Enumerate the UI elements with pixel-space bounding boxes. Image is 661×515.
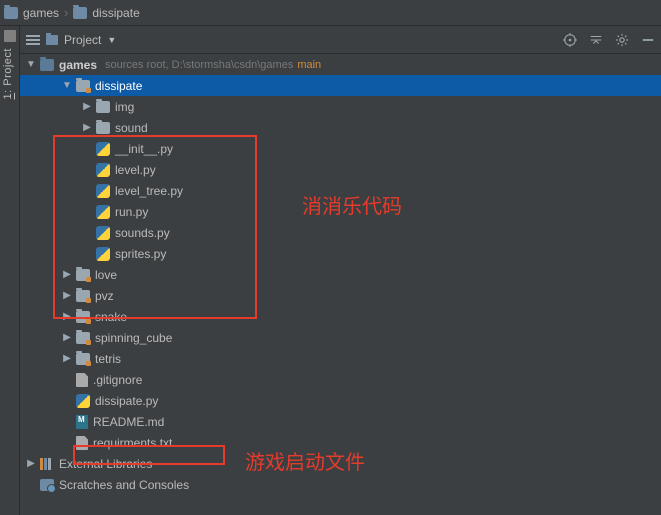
expand-arrow-icon[interactable]: ▼ bbox=[24, 59, 38, 70]
node-label: dissipate.py bbox=[95, 394, 158, 408]
tree-node[interactable]: ▶ love bbox=[20, 264, 661, 285]
breadcrumb: games › dissipate bbox=[0, 0, 661, 26]
library-icon bbox=[40, 458, 54, 470]
node-label: .gitignore bbox=[93, 373, 142, 387]
node-label: tetris bbox=[95, 352, 121, 366]
node-label: dissipate bbox=[95, 79, 142, 93]
project-icon bbox=[46, 35, 58, 45]
tool-window-tab[interactable]: 1: Project bbox=[0, 26, 20, 515]
expand-arrow-icon[interactable]: ▶ bbox=[80, 122, 94, 133]
node-label: spinning_cube bbox=[95, 331, 172, 345]
breadcrumb-item[interactable]: dissipate bbox=[73, 6, 139, 20]
gear-icon[interactable] bbox=[615, 33, 629, 47]
python-file-icon bbox=[96, 142, 110, 156]
tree-node[interactable]: ▼ dissipate bbox=[20, 75, 661, 96]
project-tab-label: 1: Project bbox=[2, 48, 14, 100]
package-folder-icon bbox=[76, 353, 90, 365]
python-file-icon bbox=[96, 163, 110, 177]
annotation-text: 游戏启动文件 bbox=[245, 446, 365, 475]
expand-arrow-icon[interactable]: ▶ bbox=[24, 458, 38, 469]
package-folder-icon bbox=[76, 332, 90, 344]
tree-node[interactable]: ▶__init__.py bbox=[20, 138, 661, 159]
project-toolbar: Project ▼ bbox=[20, 26, 661, 54]
collapse-all-icon[interactable] bbox=[589, 33, 603, 47]
tree-node[interactable]: ▶ snake bbox=[20, 306, 661, 327]
node-label: level_tree.py bbox=[115, 184, 183, 198]
python-file-icon bbox=[96, 205, 110, 219]
tree-node[interactable]: ▶ tetris bbox=[20, 348, 661, 369]
expand-arrow-icon[interactable]: ▶ bbox=[80, 101, 94, 112]
tree-node[interactable]: ▶.gitignore bbox=[20, 369, 661, 390]
annotation-text: 消消乐代码 bbox=[302, 190, 402, 219]
node-label: sounds.py bbox=[115, 226, 170, 240]
scratches-node[interactable]: ▶ Scratches and Consoles bbox=[20, 474, 661, 495]
node-label: games bbox=[59, 58, 97, 72]
expand-arrow-icon[interactable]: ▼ bbox=[60, 80, 74, 91]
markdown-file-icon bbox=[76, 415, 88, 429]
hide-icon[interactable] bbox=[641, 33, 655, 47]
vcs-branch: main bbox=[297, 59, 321, 71]
package-folder-icon bbox=[76, 269, 90, 281]
node-label: img bbox=[115, 100, 134, 114]
node-label: README.md bbox=[93, 415, 164, 429]
node-label: run.py bbox=[115, 205, 148, 219]
expand-arrow-icon[interactable]: ▶ bbox=[60, 290, 74, 301]
node-label: level.py bbox=[115, 163, 156, 177]
chevron-down-icon[interactable]: ▼ bbox=[107, 35, 116, 45]
tree-node[interactable]: ▶dissipate.py bbox=[20, 390, 661, 411]
scratch-icon bbox=[40, 479, 54, 491]
node-label: Scratches and Consoles bbox=[59, 478, 189, 492]
module-root-icon bbox=[40, 59, 54, 71]
tree-node[interactable]: ▶ pvz bbox=[20, 285, 661, 306]
expand-arrow-icon[interactable]: ▶ bbox=[60, 311, 74, 322]
node-label: love bbox=[95, 268, 117, 282]
folder-icon bbox=[4, 7, 18, 19]
text-file-icon bbox=[76, 373, 88, 387]
node-label: External Libraries bbox=[59, 457, 152, 471]
project-title[interactable]: Project bbox=[64, 33, 101, 47]
node-label: pvz bbox=[95, 289, 114, 303]
expand-arrow-icon[interactable]: ▶ bbox=[60, 353, 74, 364]
project-tree[interactable]: ▼ games sources root, D:\stormsha\csdn\g… bbox=[20, 54, 661, 515]
tree-node[interactable]: ▶README.md bbox=[20, 411, 661, 432]
tree-root[interactable]: ▼ games sources root, D:\stormsha\csdn\g… bbox=[20, 54, 661, 75]
breadcrumb-label: games bbox=[23, 6, 59, 20]
node-label: sprites.py bbox=[115, 247, 166, 261]
node-label: snake bbox=[95, 310, 127, 324]
expand-arrow-icon[interactable]: ▶ bbox=[60, 269, 74, 280]
expand-arrow-icon[interactable]: ▶ bbox=[60, 332, 74, 343]
node-label: sound bbox=[115, 121, 148, 135]
folder-icon bbox=[73, 7, 87, 19]
node-label: requirments.txt bbox=[93, 436, 172, 450]
chevron-right-icon: › bbox=[64, 5, 68, 20]
python-file-icon bbox=[96, 247, 110, 261]
show-options-icon[interactable] bbox=[26, 39, 40, 41]
node-hint: sources root, D:\stormsha\csdn\games bbox=[105, 59, 293, 71]
package-folder-icon bbox=[76, 80, 90, 92]
target-icon[interactable] bbox=[563, 33, 577, 47]
package-folder-icon bbox=[76, 311, 90, 323]
python-file-icon bbox=[96, 226, 110, 240]
project-tab-icon bbox=[4, 30, 16, 42]
folder-icon bbox=[96, 101, 110, 113]
python-file-icon bbox=[76, 394, 90, 408]
breadcrumb-item[interactable]: games bbox=[4, 6, 59, 20]
tree-node[interactable]: ▶ sound bbox=[20, 117, 661, 138]
breadcrumb-label: dissipate bbox=[92, 6, 139, 20]
tree-node[interactable]: ▶ spinning_cube bbox=[20, 327, 661, 348]
package-folder-icon bbox=[76, 290, 90, 302]
python-file-icon bbox=[96, 184, 110, 198]
tree-node[interactable]: ▶sprites.py bbox=[20, 243, 661, 264]
tree-node[interactable]: ▶sounds.py bbox=[20, 222, 661, 243]
tree-node[interactable]: ▶ img bbox=[20, 96, 661, 117]
node-label: __init__.py bbox=[115, 142, 173, 156]
text-file-icon bbox=[76, 436, 88, 450]
folder-icon bbox=[96, 122, 110, 134]
tree-node[interactable]: ▶level.py bbox=[20, 159, 661, 180]
